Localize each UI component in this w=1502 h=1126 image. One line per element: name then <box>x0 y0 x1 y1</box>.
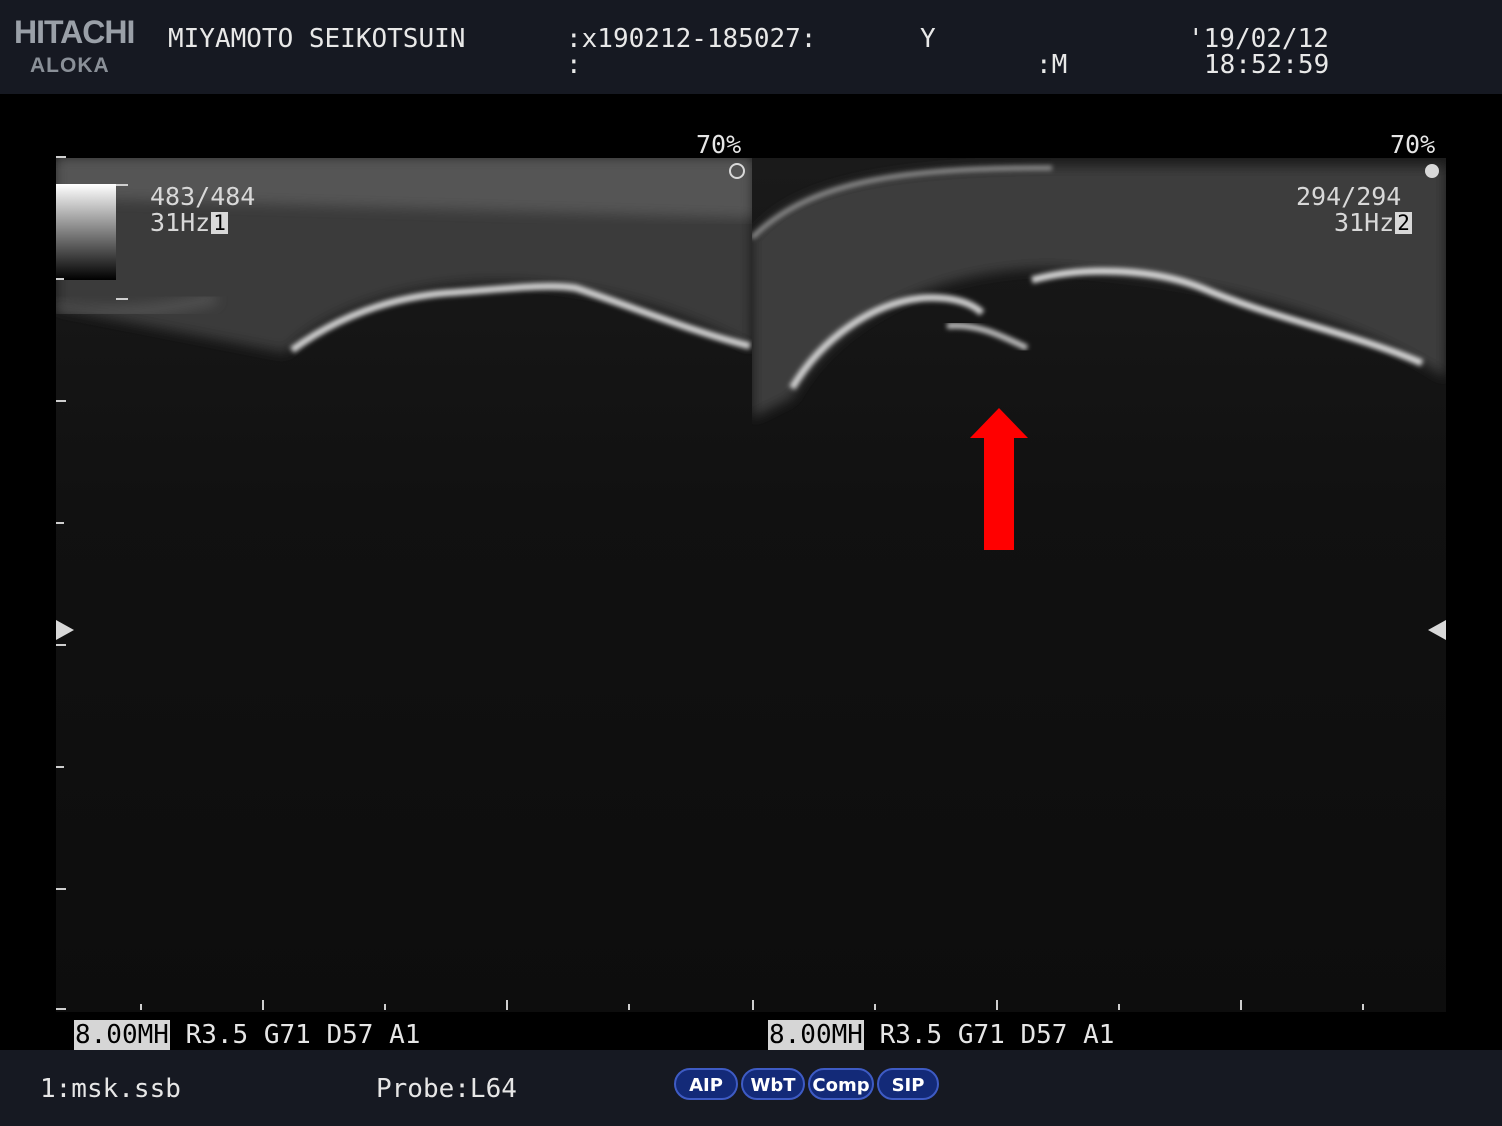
field-colon: : <box>566 50 582 80</box>
scale-tick <box>116 184 128 186</box>
depth-tick <box>56 156 66 158</box>
wbt-button[interactable]: WbT <box>741 1068 805 1100</box>
lateral-tick <box>1240 1000 1242 1010</box>
aip-button[interactable]: AIP <box>674 1068 738 1100</box>
depth-tick <box>56 644 66 646</box>
lateral-tick <box>874 1004 876 1010</box>
field-m: :M <box>1036 50 1068 80</box>
aloka-logo: ALOKA <box>30 54 110 77</box>
patient-id: :x190212-185027: <box>566 24 817 54</box>
left-gain-percent: 70% <box>696 130 742 159</box>
right-ultrasound-image <box>752 158 1446 1012</box>
probe-label: Probe:L64 <box>376 1074 517 1104</box>
left-pane-number: 1 <box>211 211 228 235</box>
left-frame-count: 483/484 <box>150 182 256 211</box>
depth-tick <box>56 766 64 768</box>
lateral-tick <box>140 1004 142 1010</box>
right-imaging-params: 8.00MH R3.5 G71 D57 A1 <box>768 1020 1115 1050</box>
lateral-tick <box>262 1000 264 1010</box>
preset-name: 1:msk.ssb <box>40 1074 181 1104</box>
red-arrow-icon <box>970 408 1028 550</box>
depth-tick <box>56 522 64 524</box>
lateral-tick <box>628 1004 630 1010</box>
orientation-marker-hollow-icon <box>729 163 745 179</box>
left-ultrasound-image <box>56 158 752 1012</box>
comp-button[interactable]: Comp <box>808 1068 874 1100</box>
left-frame-rate: 31Hz 1 <box>150 208 228 237</box>
exam-time: 18:52:59 <box>1204 50 1330 80</box>
lateral-tick <box>506 1000 508 1010</box>
left-frequency: 8.00MH <box>74 1020 170 1050</box>
institution-name: MIYAMOTO SEIKOTSUIN <box>168 24 466 54</box>
lateral-tick <box>1362 1004 1364 1010</box>
hitachi-logo: HITACHI <box>14 14 135 50</box>
field-y: Y <box>920 24 936 54</box>
right-frame-count: 294/294 <box>1296 182 1402 211</box>
depth-tick <box>56 888 66 890</box>
right-gain-percent: 70% <box>1390 130 1436 159</box>
depth-tick <box>56 1008 66 1010</box>
right-frequency: 8.00MH <box>768 1020 864 1050</box>
header-bar: HITACHI ALOKA MIYAMOTO SEIKOTSUIN :x1902… <box>0 0 1502 94</box>
right-frame-rate: 31Hz 2 <box>1334 208 1412 237</box>
left-imaging-params: 8.00MH R3.5 G71 D57 A1 <box>74 1020 421 1050</box>
focus-marker-right-icon <box>1428 620 1446 640</box>
focus-marker-left-icon <box>56 620 74 640</box>
right-pane-number: 2 <box>1395 211 1412 235</box>
lateral-tick <box>752 1000 754 1010</box>
grayscale-bar <box>56 184 116 280</box>
depth-tick <box>56 400 66 402</box>
lateral-tick <box>384 1004 386 1010</box>
lateral-tick <box>1118 1004 1120 1010</box>
orientation-marker-filled-icon <box>1425 164 1439 178</box>
lateral-tick <box>996 1000 998 1010</box>
sip-button[interactable]: SIP <box>877 1068 939 1100</box>
depth-tick <box>56 278 64 280</box>
scale-tick <box>116 298 128 300</box>
